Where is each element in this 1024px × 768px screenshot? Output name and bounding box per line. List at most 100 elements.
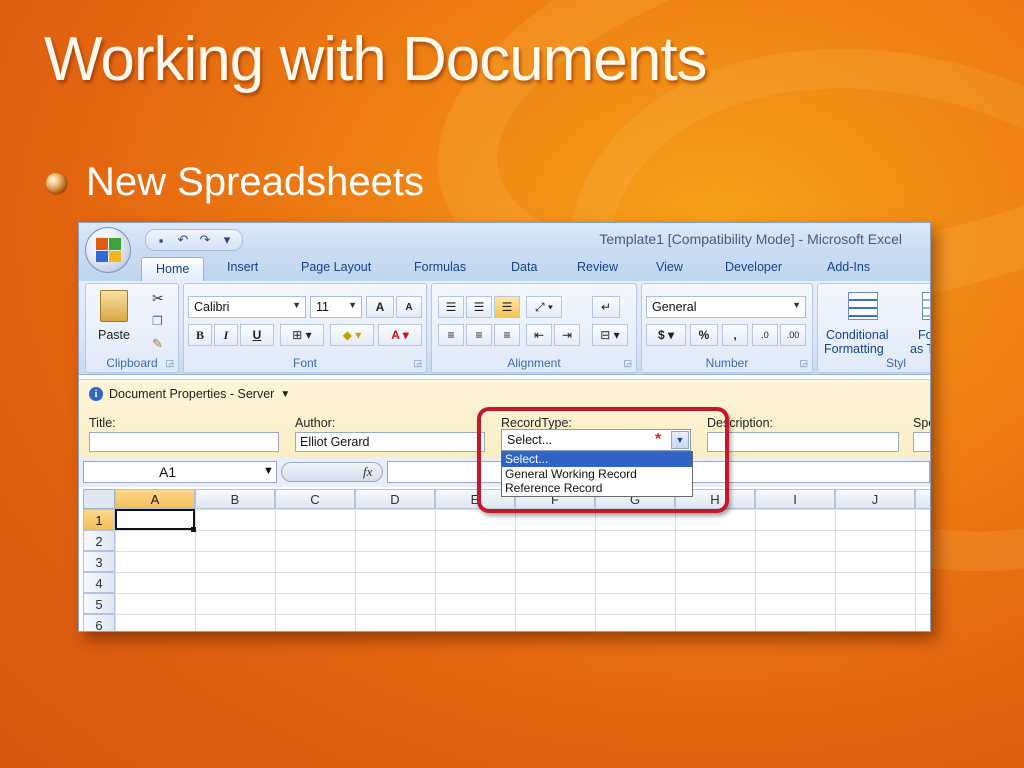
format-painter-icon[interactable]: ✎ [152,336,163,352]
dialog-launcher-icon[interactable]: ◲ [165,358,174,369]
insert-function-icon[interactable]: fx [363,464,372,480]
description-field[interactable] [707,432,899,452]
alignment-label: Alignment [507,356,561,370]
cut-icon[interactable]: ✂ [152,290,164,307]
align-right-button[interactable]: ≡ [494,324,520,346]
align-bottom-button[interactable]: ☰ [494,296,520,318]
conditional-formatting-label: Formatting [824,342,884,356]
author-field[interactable]: Elliot Gerard [295,432,485,452]
font-group: Calibri ▼ 11 ▼ A A B I U ⊞ ▾ ◆ ▾ A ▾ Font … [183,283,427,373]
author-label: Author: [295,416,336,430]
chevron-down-icon: ▼ [292,300,301,310]
shrink-font-button[interactable]: A [396,296,422,318]
column-header-partial[interactable] [915,489,930,509]
row-header[interactable]: 2 [83,530,115,551]
redo-icon[interactable]: ↷ [196,232,214,248]
customize-qat-icon[interactable]: ▾ [218,232,236,248]
paste-button[interactable]: Paste [98,328,130,342]
document-properties-header[interactable]: i Document Properties - Server ▼ [89,387,290,401]
cell-area[interactable] [115,509,930,631]
office-button[interactable] [85,227,131,273]
fill-color-button[interactable]: ◆ ▾ [330,324,374,346]
column-header[interactable]: I [755,489,835,509]
number-format-select[interactable]: General ▼ [646,296,806,318]
orientation-button[interactable]: ⤢ ▾ [526,296,562,318]
select-all-button[interactable] [83,489,115,509]
spe-field[interactable] [913,432,930,452]
copy-icon[interactable]: ❐ [152,314,163,328]
row-header[interactable]: 6 [83,614,115,631]
tab-developer[interactable]: Developer [725,260,782,274]
tab-add-ins[interactable]: Add-Ins [827,260,870,274]
quick-access-toolbar: ▪ ↶ ↷ ▾ [145,229,243,251]
title-bar: ▪ ↶ ↷ ▾ Template1 [Compatibility Mode] -… [79,223,930,255]
office-logo-icon [96,238,121,262]
font-color-button[interactable]: A ▾ [378,324,422,346]
increase-decimal-button[interactable]: .0 [752,324,778,346]
tab-view[interactable]: View [656,260,683,274]
tab-insert[interactable]: Insert [227,260,258,274]
alignment-group: ☰ ☰ ☰ ⤢ ▾ ↵ ≡ ≡ ≡ ⇤ ⇥ ⊟ ▾ Alignment ◲ [431,283,637,373]
window-title: Template1 [Compatibility Mode] - Microso… [599,231,902,247]
row-header[interactable]: 1 [83,509,115,530]
bullet-icon [46,172,66,193]
column-header[interactable]: D [355,489,435,509]
conditional-formatting-button[interactable]: Conditional [826,328,889,342]
font-size-select[interactable]: 11 ▼ [310,296,362,318]
paste-icon[interactable] [100,290,128,322]
increase-indent-button[interactable]: ⇥ [554,324,580,346]
bold-button[interactable]: B [188,324,212,346]
decrease-indent-button[interactable]: ⇤ [526,324,552,346]
decrease-decimal-button[interactable]: .00 [780,324,806,346]
row-header[interactable]: 5 [83,593,115,614]
column-header[interactable]: B [195,489,275,509]
comma-button[interactable]: , [722,324,748,346]
merge-center-button[interactable]: ⊟ ▾ [592,324,628,346]
number-group: General ▼ $ ▾ % , .0 .00 Number ◲ [641,283,813,373]
align-top-button[interactable]: ☰ [438,296,464,318]
chevron-down-icon[interactable]: ▼ [263,465,274,477]
tab-home[interactable]: Home [141,257,205,281]
underline-button[interactable]: U [240,324,274,346]
slide-title: Working with Documents [44,25,708,94]
active-cell-a1[interactable] [115,509,195,530]
clipboard-label: Clipboard [106,356,158,370]
tab-review[interactable]: Review [577,260,618,274]
tab-formulas[interactable]: Formulas [414,260,466,274]
info-icon: i [89,387,103,401]
dialog-launcher-icon[interactable]: ◲ [623,358,632,369]
row-header[interactable]: 4 [83,572,115,593]
align-center-button[interactable]: ≡ [466,324,492,346]
row-header[interactable]: 3 [83,551,115,572]
clipboard-group: Paste ✂ ❐ ✎ Clipboard ◲ [85,283,179,373]
italic-button[interactable]: I [214,324,238,346]
dialog-launcher-icon[interactable]: ◲ [413,358,422,369]
format-as-table-button[interactable]: Fo [918,328,930,342]
undo-icon[interactable]: ↶ [174,232,192,248]
borders-button[interactable]: ⊞ ▾ [280,324,324,346]
conditional-formatting-icon[interactable] [848,292,878,320]
column-header[interactable]: A [115,489,195,509]
tab-page-layout[interactable]: Page Layout [301,260,371,274]
chevron-down-icon: ▼ [348,300,357,310]
styles-group: Conditional Formatting Fo as T Styl [817,283,930,373]
percent-button[interactable]: % [690,324,718,346]
grow-font-button[interactable]: A [366,296,394,318]
save-icon[interactable]: ▪ [152,233,170,248]
column-header[interactable]: C [275,489,355,509]
fill-handle[interactable] [191,527,196,532]
number-label: Number [705,356,749,370]
align-left-button[interactable]: ≡ [438,324,464,346]
bullet-text: New Spreadsheets [86,160,424,204]
title-field[interactable] [89,432,279,452]
currency-button[interactable]: $ ▾ [646,324,686,346]
align-middle-button[interactable]: ☰ [466,296,492,318]
ribbon-tabs: Home Insert Page Layout Formulas Data Re… [79,255,930,281]
font-family-select[interactable]: Calibri ▼ [188,296,306,318]
name-box[interactable]: A1 [83,461,277,483]
format-as-table-icon[interactable] [922,292,930,320]
wrap-text-button[interactable]: ↵ [592,296,620,318]
dialog-launcher-icon[interactable]: ◲ [799,358,808,369]
tab-data[interactable]: Data [511,260,537,274]
column-header[interactable]: J [835,489,915,509]
